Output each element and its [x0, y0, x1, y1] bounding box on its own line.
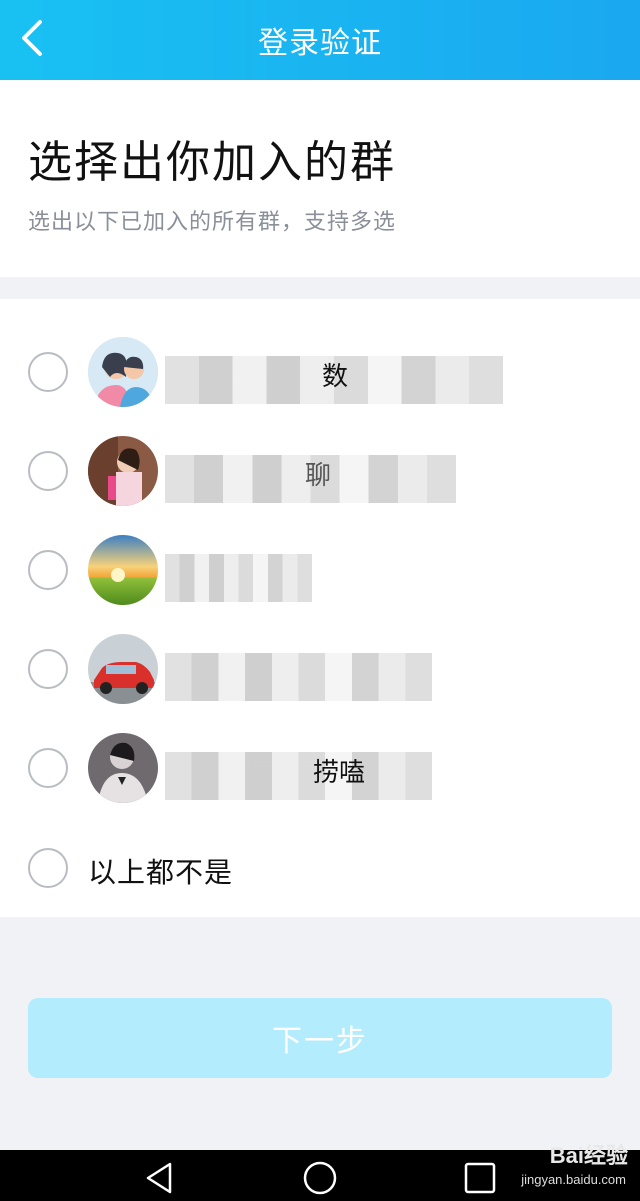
next-button[interactable]: 下一步: [28, 998, 612, 1078]
section-subtitle: 选出以下已加入的所有群，支持多选: [28, 210, 397, 235]
group-list: 数 聊 捞嗑 以上都不是: [0, 299, 640, 917]
none-option[interactable]: 以上都不是: [0, 817, 640, 917]
group-name: 数: [322, 362, 349, 392]
radio-button[interactable]: [28, 748, 68, 788]
circle-home-icon[interactable]: [302, 1160, 338, 1196]
group-name: 捞嗑: [313, 758, 366, 788]
section-title: 选择出你加入的群: [28, 137, 396, 188]
group-avatar-icon: [88, 436, 158, 506]
radio-button[interactable]: [28, 451, 68, 491]
section-divider: [0, 277, 640, 299]
group-avatar-icon: [88, 337, 158, 407]
group-option[interactable]: 聊: [0, 421, 640, 521]
intro-section: 选择出你加入的群 选出以下已加入的所有群，支持多选: [0, 80, 640, 277]
square-recent-icon[interactable]: [462, 1160, 498, 1196]
radio-button[interactable]: [28, 550, 68, 590]
page-title: 登录验证: [258, 26, 382, 61]
watermark-logo: Bai经验: [549, 1143, 628, 1168]
group-name-blurred: [165, 554, 312, 602]
radio-button[interactable]: [28, 848, 68, 888]
group-avatar-icon: [88, 535, 158, 605]
group-name: 聊: [305, 461, 332, 491]
group-option[interactable]: [0, 520, 640, 620]
group-name-blurred: [165, 653, 432, 701]
none-option-label: 以上都不是: [88, 856, 234, 889]
triangle-back-icon[interactable]: [142, 1160, 178, 1196]
group-option[interactable]: [0, 619, 640, 719]
header-bar: 登录验证: [0, 0, 640, 80]
group-name-blurred: [165, 752, 432, 800]
group-avatar-icon: [88, 634, 158, 704]
group-option[interactable]: 数: [0, 322, 640, 422]
radio-button[interactable]: [28, 649, 68, 689]
group-option[interactable]: 捞嗑: [0, 718, 640, 818]
group-avatar-icon: [88, 733, 158, 803]
radio-button[interactable]: [28, 352, 68, 392]
watermark-url: jingyan.baidu.com: [521, 1172, 626, 1187]
